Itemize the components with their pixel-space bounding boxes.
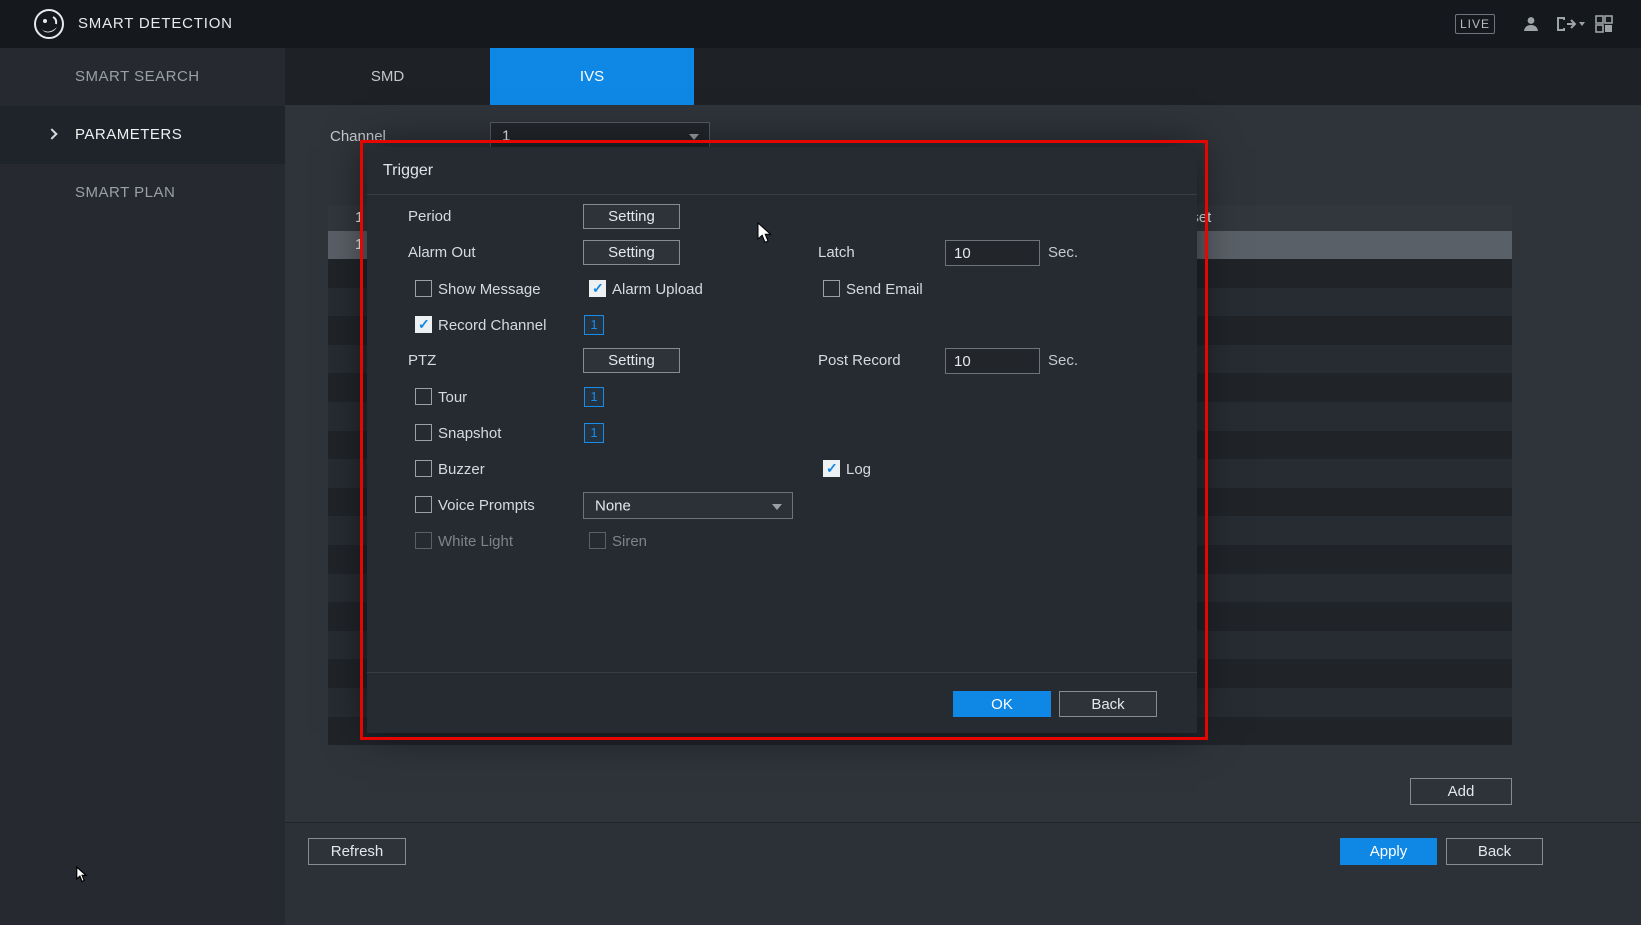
add-button[interactable]: Add [1410,778,1512,805]
buzzer-label: Buzzer [438,461,485,478]
tour-label: Tour [438,389,467,406]
app-logo-icon [33,8,65,40]
log-label: Log [846,461,871,478]
period-setting-button[interactable]: Setting [583,204,680,229]
refresh-button[interactable]: Refresh [308,838,406,865]
dialog-divider [367,672,1197,673]
tour-number[interactable]: 1 [584,387,604,407]
show-message-checkbox[interactable] [415,280,432,297]
chevron-down-icon [772,504,782,510]
voice-prompts-select[interactable]: None [583,492,793,519]
send-email-checkbox[interactable] [823,280,840,297]
sidebar-item-smart-search[interactable]: SMART SEARCH [0,48,285,106]
voice-prompts-label: Voice Prompts [438,497,535,514]
sidebar-item-label: SMART PLAN [75,184,175,201]
ptz-setting-button[interactable]: Setting [583,348,680,373]
latch-label: Latch [818,244,855,261]
voice-prompts-checkbox[interactable] [415,496,432,513]
trigger-dialog: Trigger Period Setting Alarm Out Setting… [367,147,1197,733]
siren-label: Siren [612,533,647,550]
show-message-label: Show Message [438,281,541,298]
alarm-upload-checkbox[interactable] [589,280,606,297]
sidebar-item-label: PARAMETERS [75,126,182,143]
chevron-right-icon [46,128,57,139]
ok-button[interactable]: OK [953,691,1051,717]
send-email-label: Send Email [846,281,923,298]
snapshot-label: Snapshot [438,425,501,442]
alarm-out-setting-button[interactable]: Setting [583,240,680,265]
table-header-no: 1 [355,209,363,226]
chevron-down-icon [689,134,699,140]
logout-icon[interactable] [1554,14,1588,34]
topbar: SMART DETECTION LIVE [0,0,1641,48]
snapshot-checkbox[interactable] [415,424,432,441]
log-checkbox[interactable] [823,460,840,477]
post-record-unit: Sec. [1048,352,1078,369]
alarm-upload-label: Alarm Upload [612,281,703,298]
live-button[interactable]: LIVE [1455,14,1495,34]
record-channel-label: Record Channel [438,317,546,334]
channel-select[interactable]: 1 [490,122,710,150]
white-light-label: White Light [438,533,513,550]
channel-select-value: 1 [502,128,510,145]
tab-smd[interactable]: SMD [285,48,490,105]
voice-prompts-value: None [595,497,631,514]
page-title: SMART DETECTION [78,0,233,48]
footer-band [285,822,1641,925]
sidebar-item-parameters[interactable]: PARAMETERS [0,106,285,164]
sidebar-item-label: SMART SEARCH [75,68,200,85]
user-icon[interactable] [1521,14,1543,34]
latch-input[interactable] [945,240,1040,266]
post-record-label: Post Record [818,352,901,369]
siren-checkbox[interactable] [589,532,606,549]
sidebar: SMART SEARCH PARAMETERS SMART PLAN [0,48,285,925]
post-record-input[interactable] [945,348,1040,374]
grid-view-icon[interactable] [1594,14,1616,34]
smart-detection-screen: SMART DETECTION LIVE S [0,0,1641,925]
ptz-label: PTZ [408,352,436,369]
dialog-back-button[interactable]: Back [1059,691,1157,717]
white-light-checkbox[interactable] [415,532,432,549]
tab-ivs[interactable]: IVS [490,48,694,105]
alarm-out-label: Alarm Out [408,244,476,261]
tour-checkbox[interactable] [415,388,432,405]
record-channel-checkbox[interactable] [415,316,432,333]
latch-unit: Sec. [1048,244,1078,261]
buzzer-checkbox[interactable] [415,460,432,477]
back-button[interactable]: Back [1446,838,1543,865]
snapshot-number[interactable]: 1 [584,423,604,443]
dialog-title: Trigger [367,147,1197,195]
record-channel-number[interactable]: 1 [584,315,604,335]
apply-button[interactable]: Apply [1340,838,1437,865]
channel-label: Channel [330,128,386,145]
sidebar-item-smart-plan[interactable]: SMART PLAN [0,164,285,222]
period-label: Period [408,208,451,225]
table-row-no: 1 [355,236,363,253]
